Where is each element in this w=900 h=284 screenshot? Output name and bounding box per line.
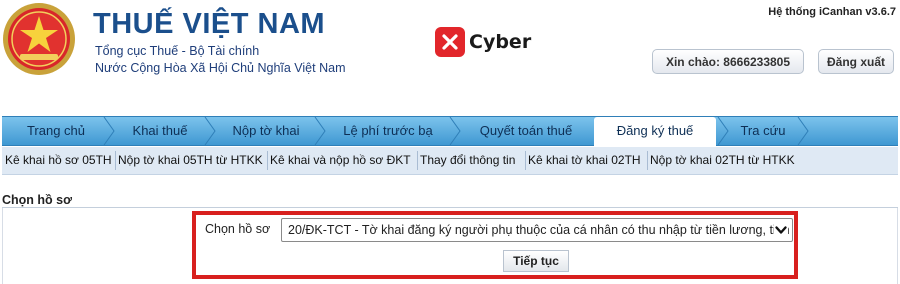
nav-item-lookup[interactable]: Tra cứu — [730, 117, 796, 145]
subnav-divider — [115, 151, 116, 170]
nav-item-submit-declaration[interactable]: Nộp tờ khai — [217, 117, 315, 145]
nav-separator — [204, 117, 216, 145]
subnav-item-submit-02th-htkk[interactable]: Nộp tờ khai 02TH từ HTKK — [650, 147, 795, 174]
nav-item-registration-fee[interactable]: Lệ phí trước bạ — [327, 117, 449, 145]
brand-subtitle-country: Nước Cộng Hòa Xã Hội Chủ Nghĩa Việt Nam — [95, 61, 346, 75]
cyber-label: Cyber — [469, 31, 532, 53]
nav-separator — [449, 117, 461, 145]
continue-button[interactable]: Tiếp tục — [503, 250, 569, 272]
brand-subtitle-ministry: Tổng cục Thuế - Bộ Tài chính — [95, 44, 260, 58]
subnav-divider — [647, 151, 648, 170]
brand-title: THUẾ VIỆT NAM — [93, 8, 326, 40]
nav-separator — [797, 117, 809, 145]
chevron-down-icon — [774, 223, 788, 237]
profile-select[interactable]: 20/ĐK-TCT - Tờ khai đăng ký người phụ th… — [281, 218, 793, 242]
subnav-item-declare-02th[interactable]: Kê khai tờ khai 02TH — [528, 147, 641, 174]
subnav-divider — [525, 151, 526, 170]
user-greeting-button[interactable]: Xin chào: 8666233805 — [652, 49, 804, 74]
cyber-x-icon — [435, 27, 465, 57]
nav-item-tax-finalization[interactable]: Quyết toán thuế — [462, 117, 590, 145]
section-title: Chọn hồ sơ — [2, 193, 72, 207]
tax-emblem-logo — [3, 3, 75, 75]
main-nav: Trang chủ Khai thuế Nộp tờ khai Lệ phí t… — [2, 116, 898, 146]
cyber-logo: Cyber — [435, 27, 531, 57]
nav-item-tax-registration[interactable]: Đăng ký thuế — [594, 117, 716, 146]
form-label: Chọn hồ sơ — [205, 222, 271, 236]
sub-nav: Kê khai hồ sơ 05TH Nộp tờ khai 05TH từ H… — [2, 147, 898, 175]
subnav-item-change-info[interactable]: Thay đổi thông tin — [420, 147, 515, 174]
profile-select-value: 20/ĐK-TCT - Tờ khai đăng ký người phụ th… — [288, 223, 793, 237]
subnav-divider — [267, 151, 268, 170]
subnav-item-declare-05th[interactable]: Kê khai hồ sơ 05TH — [5, 147, 112, 174]
page: THUẾ VIỆT NAM Tổng cục Thuế - Bộ Tài chí… — [0, 0, 900, 284]
subnav-item-declare-submit-dkt[interactable]: Kê khai và nộp hồ sơ ĐKT — [270, 147, 411, 174]
nav-item-declare-tax[interactable]: Khai thuế — [116, 117, 204, 145]
nav-separator — [717, 117, 729, 145]
subnav-divider — [417, 151, 418, 170]
system-version: Hệ thống iCanhan v3.6.7 — [768, 6, 896, 18]
logout-button[interactable]: Đăng xuất — [818, 49, 894, 74]
subnav-item-submit-05th-htkk[interactable]: Nộp tờ khai 05TH từ HTKK — [118, 147, 263, 174]
nav-item-home[interactable]: Trang chủ — [8, 117, 104, 145]
nav-separator — [314, 117, 326, 145]
nav-separator — [103, 117, 115, 145]
